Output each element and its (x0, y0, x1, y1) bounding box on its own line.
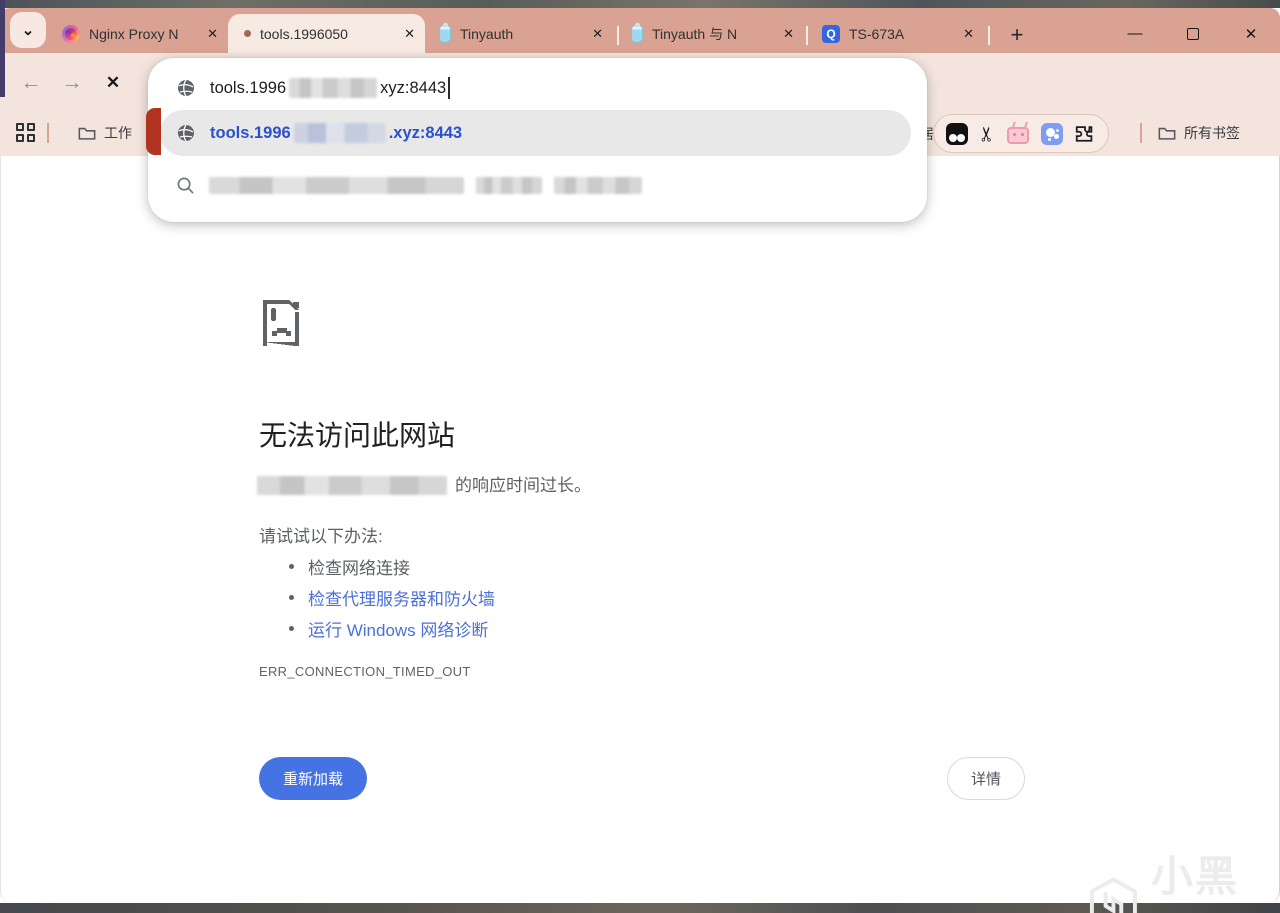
error-message: 的响应时间过长。 (257, 471, 591, 496)
paw-extension-icon[interactable] (1041, 123, 1063, 145)
tab-nginx-proxy[interactable]: Nginx Proxy N ✕ (52, 14, 228, 53)
tab-separator (806, 26, 808, 45)
translate-extension-icon[interactable] (946, 123, 968, 145)
tab-separator (617, 26, 619, 45)
new-tab-button[interactable]: + (1002, 20, 1032, 50)
list-item: 检查网络连接 (289, 551, 495, 582)
omnibox-search-suggestion[interactable] (148, 162, 927, 208)
omnibox-input[interactable]: tools.1996 xyz:8443 (148, 65, 927, 111)
back-button[interactable]: ← (14, 66, 48, 100)
default-favicon-dot (244, 30, 251, 37)
error-code: ERR_CONNECTION_TIMED_OUT (259, 664, 471, 679)
close-icon[interactable]: ✕ (207, 26, 218, 42)
tab-search-button[interactable]: ⌄ (10, 12, 46, 48)
close-window-button[interactable]: ✕ (1222, 14, 1280, 53)
error-title: 无法访问此网站 (259, 414, 455, 454)
tinyauth-bottle-icon (439, 25, 451, 43)
details-button[interactable]: 详情 (947, 757, 1025, 800)
text-cursor (448, 77, 450, 99)
bookmarks-divider (47, 123, 49, 143)
bullet-icon (289, 626, 294, 631)
network-diagnostics-link[interactable]: 运行 Windows 网络诊断 (308, 616, 488, 641)
screenshot-root: ⌄ Nginx Proxy N ✕ tools.1996050 ✕ Tinyau… (0, 0, 1280, 913)
globe-icon (176, 78, 196, 98)
bullet-icon (289, 595, 294, 600)
bookmark-label: 所有书签 (1184, 123, 1240, 143)
background-window-left-edge (0, 0, 5, 97)
tab-tools-active[interactable]: tools.1996050 ✕ (228, 14, 425, 53)
chevron-down-icon: ⌄ (22, 21, 35, 39)
all-bookmarks-folder[interactable]: 所有书签 (1158, 121, 1240, 145)
scissors-extension-icon[interactable]: ✂ (977, 125, 997, 142)
forward-arrow-icon: → (62, 71, 83, 95)
tab-title: TS-673A (849, 26, 955, 42)
qnap-icon: Q (822, 25, 840, 43)
redacted-search-text (554, 177, 642, 194)
tab-title: tools.1996050 (260, 26, 396, 42)
tinyauth-bottle-icon (631, 25, 643, 43)
close-icon[interactable]: ✕ (783, 26, 794, 42)
omnibox-value-prefix: tools.1996 (210, 79, 286, 98)
tab-strip: ⌄ Nginx Proxy N ✕ tools.1996050 ✕ Tinyau… (0, 8, 1280, 53)
tab-title: Tinyauth 与 N (652, 24, 775, 44)
close-icon[interactable]: ✕ (963, 26, 974, 42)
apps-grid-icon[interactable] (16, 123, 36, 143)
background-window-top (0, 0, 1280, 8)
stop-loading-button[interactable]: ✕ (96, 66, 130, 100)
watermark-text: 小黑盒 (1151, 843, 1280, 913)
redacted-domain (294, 123, 386, 143)
omnibox-value-suffix: xyz:8443 (380, 79, 446, 98)
omnibox-suggestion-selected[interactable]: tools.1996 .xyz:8443 (160, 110, 911, 156)
bookmarks-divider (1140, 123, 1142, 143)
page-content: 无法访问此网站 的响应时间过长。 请试试以下办法: 检查网络连接 检查代理服务器… (0, 156, 1280, 903)
proxy-firewall-link[interactable]: 检查代理服务器和防火墙 (308, 585, 495, 610)
bullet-icon (289, 564, 294, 569)
redacted-hostname (257, 476, 447, 495)
close-icon[interactable]: ✕ (404, 26, 415, 42)
tv-extension-icon[interactable] (1007, 127, 1029, 144)
list-item: 检查代理服务器和防火墙 (289, 582, 495, 613)
tab-tinyauth[interactable]: Tinyauth ✕ (429, 14, 613, 53)
tab-separator (988, 26, 990, 45)
tab-title: Tinyauth (460, 26, 584, 42)
window-controls: — ✕ (1106, 14, 1280, 53)
forward-button[interactable]: → (55, 66, 89, 100)
redacted-search-text (476, 177, 542, 194)
folder-icon (1158, 126, 1176, 141)
suggestion-prefix: tools.1996 (210, 124, 291, 143)
tab-tinyauth-nginx[interactable]: Tinyauth 与 N ✕ (621, 14, 804, 53)
redacted-search-text (209, 177, 464, 194)
extensions-pill: ✂ (933, 114, 1109, 153)
suggestion-text: 检查网络连接 (308, 554, 410, 579)
list-item: 运行 Windows 网络诊断 (289, 613, 495, 644)
error-try-heading: 请试试以下办法: (259, 522, 383, 547)
globe-icon (176, 123, 196, 143)
search-icon (176, 176, 195, 195)
back-arrow-icon: ← (21, 71, 42, 95)
red-marker-ribbon (146, 108, 161, 155)
bookmark-folder-work[interactable]: 工作 (78, 121, 132, 145)
stop-icon: ✕ (106, 73, 120, 93)
redacted-domain (289, 78, 377, 98)
close-icon[interactable]: ✕ (592, 26, 603, 42)
maximize-icon (1187, 28, 1199, 40)
reload-button[interactable]: 重新加载 (259, 757, 367, 800)
tab-ts-673a[interactable]: Q TS-673A ✕ (812, 14, 984, 53)
error-suggestion-list: 检查网络连接 检查代理服务器和防火墙 运行 Windows 网络诊断 (289, 551, 495, 644)
omnibox-dropdown: tools.1996 xyz:8443 tools.1996 .xyz:8443 (148, 58, 927, 222)
maximize-button[interactable] (1164, 14, 1222, 53)
suggestion-suffix: .xyz:8443 (389, 124, 462, 143)
heybox-logo-icon (1088, 876, 1139, 913)
tab-title: Nginx Proxy N (89, 26, 199, 42)
sad-page-icon (259, 296, 307, 350)
minimize-button[interactable]: — (1106, 14, 1164, 53)
bookmark-label: 工作 (104, 123, 132, 143)
nginx-proxy-manager-icon (62, 25, 80, 43)
heybox-watermark: 小黑盒 (1088, 843, 1280, 913)
extensions-puzzle-icon[interactable] (1074, 123, 1096, 145)
folder-icon (78, 126, 96, 141)
